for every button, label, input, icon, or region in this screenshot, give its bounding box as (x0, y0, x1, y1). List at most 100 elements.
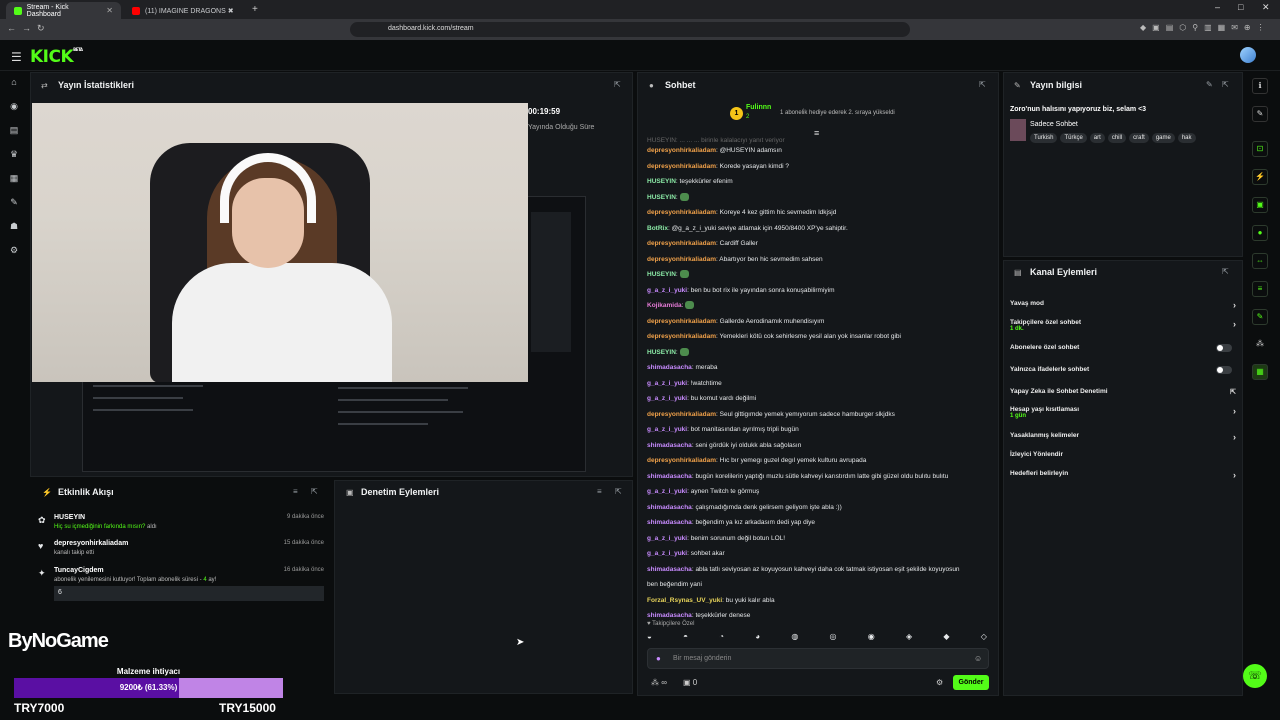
home-icon[interactable]: ⌂ (8, 77, 20, 89)
grid-icon[interactable]: ▦ (1252, 364, 1268, 380)
chat-username[interactable]: shimadasacha (647, 519, 692, 526)
lightning-icon[interactable]: ⚡ (1252, 169, 1268, 185)
close-tab-icon[interactable]: ✕ (106, 6, 113, 15)
tag: Turkish (1030, 133, 1058, 143)
channel-action-row[interactable]: Takipçilere özel sohbet 1 dk. › (1010, 319, 1236, 333)
chat-username[interactable]: g_a_z_i_yuki (647, 395, 687, 402)
tool-icon[interactable]: ✎ (1252, 309, 1268, 325)
chat-username[interactable]: HUSEYIN (647, 178, 676, 185)
new-tab-button[interactable]: + (252, 4, 258, 15)
chat-username[interactable]: shimadasacha (647, 364, 692, 371)
extensions-icon[interactable]: ◆▣▤⬡⚲▥▦✉⊕⋮ (1140, 23, 1271, 32)
chat-message: g_a_z_i_yuki: ben bu bot rix ile yayında… (647, 286, 835, 294)
clipboard-icon[interactable]: ▣ (1252, 197, 1268, 213)
chat-username[interactable]: depresyonhirkaliadam (647, 240, 716, 247)
layout-icon[interactable]: ▦ (8, 173, 20, 185)
send-button[interactable]: Gönder (953, 675, 989, 690)
maximize-icon[interactable]: □ (1238, 2, 1243, 12)
chat-popout-icon[interactable]: ⇱ (979, 80, 986, 89)
back-icon[interactable]: ← (7, 23, 16, 33)
chat-username[interactable]: HUSEYIN (647, 271, 676, 278)
info-icon[interactable]: ℹ (1252, 78, 1268, 94)
kick-logo[interactable]: KICKBETA (30, 47, 83, 67)
chat-text: çalışmadığımda denk gelirsem geliyom işt… (695, 503, 842, 511)
emote-bar[interactable]: ◒ ◓ ◔ ◕ ◍ ◎ ◉ ◈ ◆ ◇ (647, 632, 987, 644)
community-icon[interactable]: ☗ (8, 221, 20, 233)
mod-filter-icon[interactable]: ≡ (597, 487, 602, 496)
chat-username[interactable]: g_a_z_i_yuki (647, 426, 687, 433)
trophy-icon[interactable]: ♛ (8, 149, 20, 161)
channel-action-row[interactable]: Yasaklanmış kelimeler › (1010, 432, 1236, 446)
chevron-right-icon: › (1233, 470, 1236, 480)
browser-tab-kick[interactable]: Stream - Kick Dashboard ✕ (6, 2, 121, 19)
arrows-icon[interactable]: ⇔ (1252, 253, 1268, 269)
chat-username[interactable]: depresyonhirkaliadam (647, 147, 716, 154)
channel-action-row[interactable]: Hesap yaşı kısıtlaması 1 gün › (1010, 406, 1236, 420)
chat-username[interactable]: depresyonhirkaliadam (647, 333, 716, 340)
library-icon[interactable]: ▤ (8, 125, 20, 137)
info-popout-icon[interactable]: ⇱ (1222, 80, 1229, 89)
chat-username[interactable]: depresyonhirkaliadam (647, 209, 716, 216)
chat-username[interactable]: depresyonhirkaliadam (647, 457, 716, 464)
tag: Türkçe (1060, 133, 1087, 143)
channel-action-row[interactable]: İzleyici Yönlendir (1010, 451, 1236, 465)
chat-username[interactable]: shimadasacha (647, 612, 692, 619)
people-icon[interactable]: ⁂ (1252, 337, 1268, 353)
chat-username[interactable]: g_a_z_i_yuki (647, 535, 687, 542)
chat-username[interactable]: shimadasacha (647, 473, 692, 480)
chat-username[interactable]: depresyonhirkaliadam (647, 318, 716, 325)
chat-username[interactable]: g_a_z_i_yuki (647, 488, 687, 495)
activity-item: ♥ depresyonhirkaliadam kanalı takip etti… (38, 540, 324, 556)
browser-tab-youtube[interactable]: (11) IMAGINE DRAGONS ✖ Geo... (124, 2, 244, 19)
tools-icon[interactable]: ✎ (8, 197, 20, 209)
chat-username[interactable]: shimadasacha (647, 566, 692, 573)
chat-username[interactable]: depresyonhirkaliadam (647, 163, 716, 170)
chat-username[interactable]: depresyonhirkaliadam (647, 411, 716, 418)
message-icon[interactable]: ● (1252, 225, 1268, 241)
chat-message: shimadasacha: beğendim ya kız arkadasım … (647, 519, 816, 526)
mic-icon[interactable]: ● (656, 654, 661, 663)
reload-icon[interactable]: ↻ (37, 23, 45, 34)
chat-username[interactable]: g_a_z_i_yuki (647, 380, 687, 387)
edit-icon[interactable]: ✎ (1206, 80, 1213, 89)
pinned-gifter[interactable]: Fulinnn (746, 104, 771, 111)
activity-popout-icon[interactable]: ⇱ (311, 487, 318, 496)
toggle-switch[interactable] (1216, 366, 1232, 374)
pen-icon[interactable]: ✎ (1252, 106, 1268, 122)
channel-action-row[interactable]: Yavaş mod › (1010, 300, 1236, 314)
forward-icon[interactable]: → (22, 23, 31, 33)
toggle-switch[interactable] (1216, 344, 1232, 352)
chat-input[interactable]: ● Bir mesaj gönderin ☺ (647, 648, 989, 669)
url-field[interactable]: dashboard.kick.com/stream (350, 22, 910, 37)
channel-action-row[interactable]: Abonelere özel sohbet (1010, 344, 1236, 358)
filter-icon[interactable]: ≡ (293, 487, 298, 496)
mod-popout-icon[interactable]: ⇱ (615, 487, 622, 496)
chat-scroll-icon[interactable]: ≡ (814, 128, 819, 138)
user-avatar[interactable] (1240, 47, 1256, 63)
popout-icon[interactable]: ⇱ (614, 80, 621, 89)
chat-username[interactable]: depresyonhirkaliadam (647, 256, 716, 263)
chat-username[interactable]: shimadasacha (647, 504, 692, 511)
close-window-icon[interactable]: ✕ (1262, 2, 1270, 13)
minimize-icon[interactable]: – (1215, 2, 1220, 12)
channel-action-row[interactable]: Yalnızca ifadelerle sohbet (1010, 366, 1236, 380)
menu-icon[interactable]: ☰ (11, 50, 22, 64)
chat-username[interactable]: g_a_z_i_yuki (647, 550, 687, 557)
crop-icon[interactable]: ⊡ (1252, 141, 1268, 157)
chat-username[interactable]: Forzal_Rsynas_UV_yuki (647, 597, 722, 604)
chat-username[interactable]: Kojikamida (647, 302, 682, 309)
chat-username[interactable]: g_a_z_i_yuki (647, 287, 687, 294)
chat-username[interactable]: HUSEYIN (647, 349, 676, 356)
emoji-icon[interactable]: ☺ (974, 654, 982, 663)
channel-action-row[interactable]: Hedefleri belirleyin › (1010, 470, 1236, 484)
support-icon[interactable]: ☏ (1243, 664, 1267, 688)
stream-icon[interactable]: ◉ (8, 101, 20, 113)
list-icon[interactable]: ≡ (1252, 281, 1268, 297)
chat-username[interactable]: shimadasacha (647, 442, 692, 449)
chat-username[interactable]: BotRix (647, 225, 668, 232)
chat-username[interactable]: HUSEYIN (647, 194, 676, 201)
chat-settings-icon[interactable]: ⚙ (936, 678, 943, 687)
settings-icon[interactable]: ⚙ (8, 245, 20, 257)
channel-popout-icon[interactable]: ⇱ (1222, 267, 1229, 276)
channel-action-row[interactable]: Yapay Zeka ile Sohbet Denetimi ⇱ (1010, 388, 1236, 402)
